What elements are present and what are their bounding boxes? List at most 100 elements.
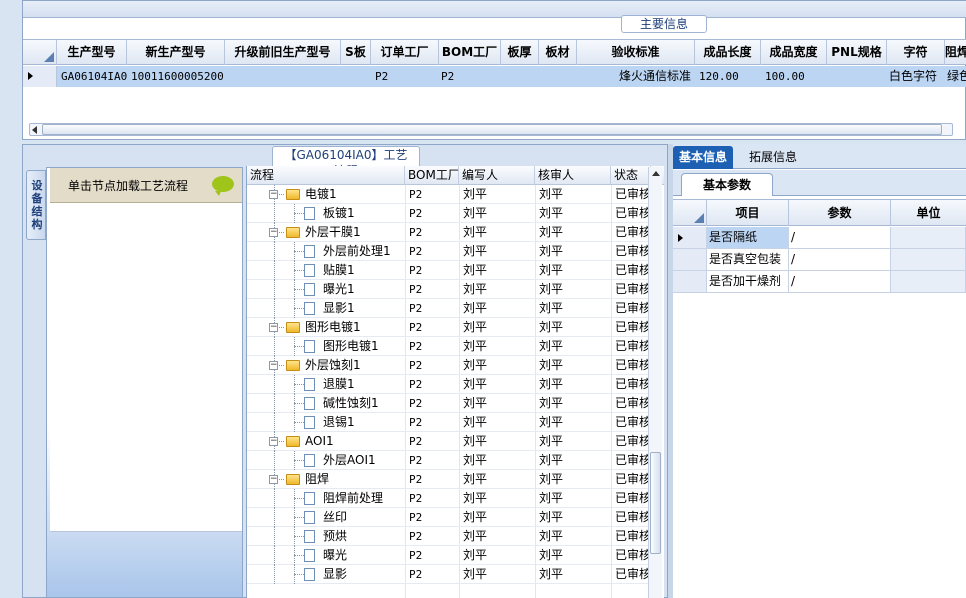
flow-cell-author[interactable]: 刘平 bbox=[463, 280, 533, 299]
collapse-toggle-icon[interactable]: − bbox=[269, 190, 278, 199]
flow-cell-name[interactable]: 显影 bbox=[323, 565, 403, 584]
col-header-width[interactable]: 成品宽度 bbox=[761, 40, 827, 65]
flow-cell-status[interactable]: 已审核 bbox=[615, 223, 651, 242]
col-header-old-model[interactable]: 升级前旧生产型号 bbox=[225, 40, 341, 65]
flow-cell-name[interactable]: 退锡1 bbox=[323, 413, 403, 432]
flow-cell-author[interactable]: 刘平 bbox=[463, 242, 533, 261]
param-cell-unit[interactable] bbox=[891, 227, 966, 248]
tab-basic-info[interactable]: 基本信息 bbox=[673, 146, 734, 169]
flow-row[interactable]: − 外层蚀刻1 P2 刘平 刘平 已审核 bbox=[247, 356, 652, 375]
vertical-scroll-thumb[interactable] bbox=[650, 452, 661, 554]
cell-standard[interactable]: 烽火通信标准 bbox=[579, 66, 691, 87]
flow-cell-author[interactable]: 刘平 bbox=[463, 565, 533, 584]
flow-cell-status[interactable]: 已审核 bbox=[615, 489, 651, 508]
param-row[interactable]: 是否隔纸 / bbox=[673, 227, 966, 249]
flow-row[interactable]: 碱性蚀刻1 P2 刘平 刘平 已审核 bbox=[247, 394, 652, 413]
flow-row[interactable]: − 阻焊 P2 刘平 刘平 已审核 bbox=[247, 470, 652, 489]
flow-cell-status[interactable]: 已审核 bbox=[615, 413, 651, 432]
node-load-hint[interactable]: 单击节点加载工艺流程 bbox=[50, 168, 242, 203]
col-header-length[interactable]: 成品长度 bbox=[695, 40, 761, 65]
col-header-status[interactable]: 状态 bbox=[611, 166, 651, 184]
col-header-model[interactable]: 生产型号 bbox=[57, 40, 127, 65]
flow-cell-name[interactable]: 曝光 bbox=[323, 546, 403, 565]
flow-cell-name[interactable]: 退膜1 bbox=[323, 375, 403, 394]
flow-cell-reviewer[interactable]: 刘平 bbox=[539, 394, 609, 413]
flow-cell-reviewer[interactable]: 刘平 bbox=[539, 565, 609, 584]
cell-solder[interactable]: 绿色 bbox=[947, 66, 966, 87]
flow-cell-reviewer[interactable]: 刘平 bbox=[539, 546, 609, 565]
flow-cell-name[interactable]: AOI1 bbox=[305, 432, 403, 451]
flow-cell-name[interactable]: 阻焊前处理 bbox=[323, 489, 403, 508]
col-header-standard[interactable]: 验收标准 bbox=[577, 40, 695, 65]
flow-cell-author[interactable]: 刘平 bbox=[463, 470, 533, 489]
flow-cell-author[interactable]: 刘平 bbox=[463, 261, 533, 280]
equipment-structure-tab[interactable]: 设备结构 bbox=[26, 170, 46, 240]
flow-row[interactable]: 外层AOI1 P2 刘平 刘平 已审核 bbox=[247, 451, 652, 470]
flow-cell-name[interactable]: 丝印 bbox=[323, 508, 403, 527]
flow-cell-name[interactable]: 电镀1 bbox=[305, 185, 403, 204]
flow-row[interactable]: 退膜1 P2 刘平 刘平 已审核 bbox=[247, 375, 652, 394]
flow-row[interactable]: 预烘 P2 刘平 刘平 已审核 bbox=[247, 527, 652, 546]
flow-cell-author[interactable]: 刘平 bbox=[463, 432, 533, 451]
flow-cell-reviewer[interactable]: 刘平 bbox=[539, 413, 609, 432]
flow-cell-factory[interactable]: P2 bbox=[409, 413, 457, 432]
cell-width[interactable]: 100.00 bbox=[765, 66, 825, 87]
flow-cell-author[interactable]: 刘平 bbox=[463, 394, 533, 413]
flow-cell-reviewer[interactable]: 刘平 bbox=[539, 489, 609, 508]
cell-bom-factory[interactable]: P2 bbox=[441, 66, 499, 87]
col-header-order-factory[interactable]: 订单工厂 bbox=[371, 40, 439, 65]
main-grid-row[interactable]: GA06104IA0 10011600005200 P2 P2 烽火通信标准 1… bbox=[23, 66, 966, 87]
param-row[interactable]: 是否加干燥剂 / bbox=[673, 271, 966, 293]
flow-cell-factory[interactable]: P2 bbox=[409, 337, 457, 356]
tab-extended-info[interactable]: 拓展信息 bbox=[743, 146, 803, 169]
flow-row[interactable]: 曝光1 P2 刘平 刘平 已审核 bbox=[247, 280, 652, 299]
flow-cell-author[interactable]: 刘平 bbox=[463, 527, 533, 546]
flow-cell-reviewer[interactable]: 刘平 bbox=[539, 470, 609, 489]
flow-cell-reviewer[interactable]: 刘平 bbox=[539, 527, 609, 546]
flow-row[interactable]: 贴膜1 P2 刘平 刘平 已审核 bbox=[247, 261, 652, 280]
collapse-toggle-icon[interactable]: − bbox=[269, 437, 278, 446]
node-tree-area[interactable] bbox=[50, 204, 242, 532]
scroll-up-icon[interactable] bbox=[652, 171, 660, 176]
flow-cell-name[interactable]: 外层AOI1 bbox=[323, 451, 403, 470]
flow-cell-factory[interactable]: P2 bbox=[409, 527, 457, 546]
param-cell-unit[interactable] bbox=[891, 271, 966, 292]
collapse-toggle-icon[interactable]: − bbox=[269, 361, 278, 370]
flow-cell-status[interactable]: 已审核 bbox=[615, 337, 651, 356]
flow-cell-name[interactable]: 预烘 bbox=[323, 527, 403, 546]
flow-cell-name[interactable]: 图形电镀1 bbox=[323, 337, 403, 356]
cell-s-board[interactable] bbox=[345, 66, 369, 87]
flow-row[interactable]: 退锡1 P2 刘平 刘平 已审核 bbox=[247, 413, 652, 432]
flow-cell-author[interactable]: 刘平 bbox=[463, 508, 533, 527]
param-cell-item[interactable]: 是否加干燥剂 bbox=[707, 271, 789, 292]
flow-cell-status[interactable]: 已审核 bbox=[615, 508, 651, 527]
col-header-reviewer[interactable]: 核审人 bbox=[535, 166, 611, 184]
flow-cell-reviewer[interactable]: 刘平 bbox=[539, 204, 609, 223]
param-cell-item[interactable]: 是否真空包装 bbox=[707, 249, 789, 270]
flow-cell-status[interactable]: 已审核 bbox=[615, 432, 651, 451]
flow-row[interactable]: 阻焊前处理 P2 刘平 刘平 已审核 bbox=[247, 489, 652, 508]
flow-cell-factory[interactable]: P2 bbox=[409, 565, 457, 584]
cell-old-model[interactable] bbox=[229, 66, 339, 87]
flow-cell-reviewer[interactable]: 刘平 bbox=[539, 223, 609, 242]
flow-cell-factory[interactable]: P2 bbox=[409, 261, 457, 280]
flow-row[interactable]: − 外层干膜1 P2 刘平 刘平 已审核 bbox=[247, 223, 652, 242]
flow-cell-factory[interactable]: P2 bbox=[409, 546, 457, 565]
flow-cell-status[interactable]: 已审核 bbox=[615, 356, 651, 375]
flow-cell-reviewer[interactable]: 刘平 bbox=[539, 185, 609, 204]
horizontal-scroll-thumb[interactable] bbox=[42, 124, 942, 135]
flow-row[interactable]: 板镀1 P2 刘平 刘平 已审核 bbox=[247, 204, 652, 223]
flow-cell-reviewer[interactable]: 刘平 bbox=[539, 356, 609, 375]
param-cell-item[interactable]: 是否隔纸 bbox=[707, 227, 789, 248]
flow-row[interactable]: 外层前处理1 P2 刘平 刘平 已审核 bbox=[247, 242, 652, 261]
col-header-flow-bom[interactable]: BOM工厂 bbox=[405, 166, 459, 184]
flow-cell-name[interactable]: 外层干膜1 bbox=[305, 223, 403, 242]
collapse-toggle-icon[interactable]: − bbox=[269, 475, 278, 484]
col-header-new-model[interactable]: 新生产型号 bbox=[127, 40, 225, 65]
flow-row[interactable]: 曝光 P2 刘平 刘平 已审核 bbox=[247, 546, 652, 565]
col-header-item[interactable]: 项目 bbox=[707, 200, 789, 226]
flow-cell-name[interactable]: 碱性蚀刻1 bbox=[323, 394, 403, 413]
flow-cell-status[interactable]: 已审核 bbox=[615, 565, 651, 584]
flow-cell-name[interactable]: 曝光1 bbox=[323, 280, 403, 299]
col-header-solder[interactable]: 阻焊 bbox=[945, 40, 966, 65]
